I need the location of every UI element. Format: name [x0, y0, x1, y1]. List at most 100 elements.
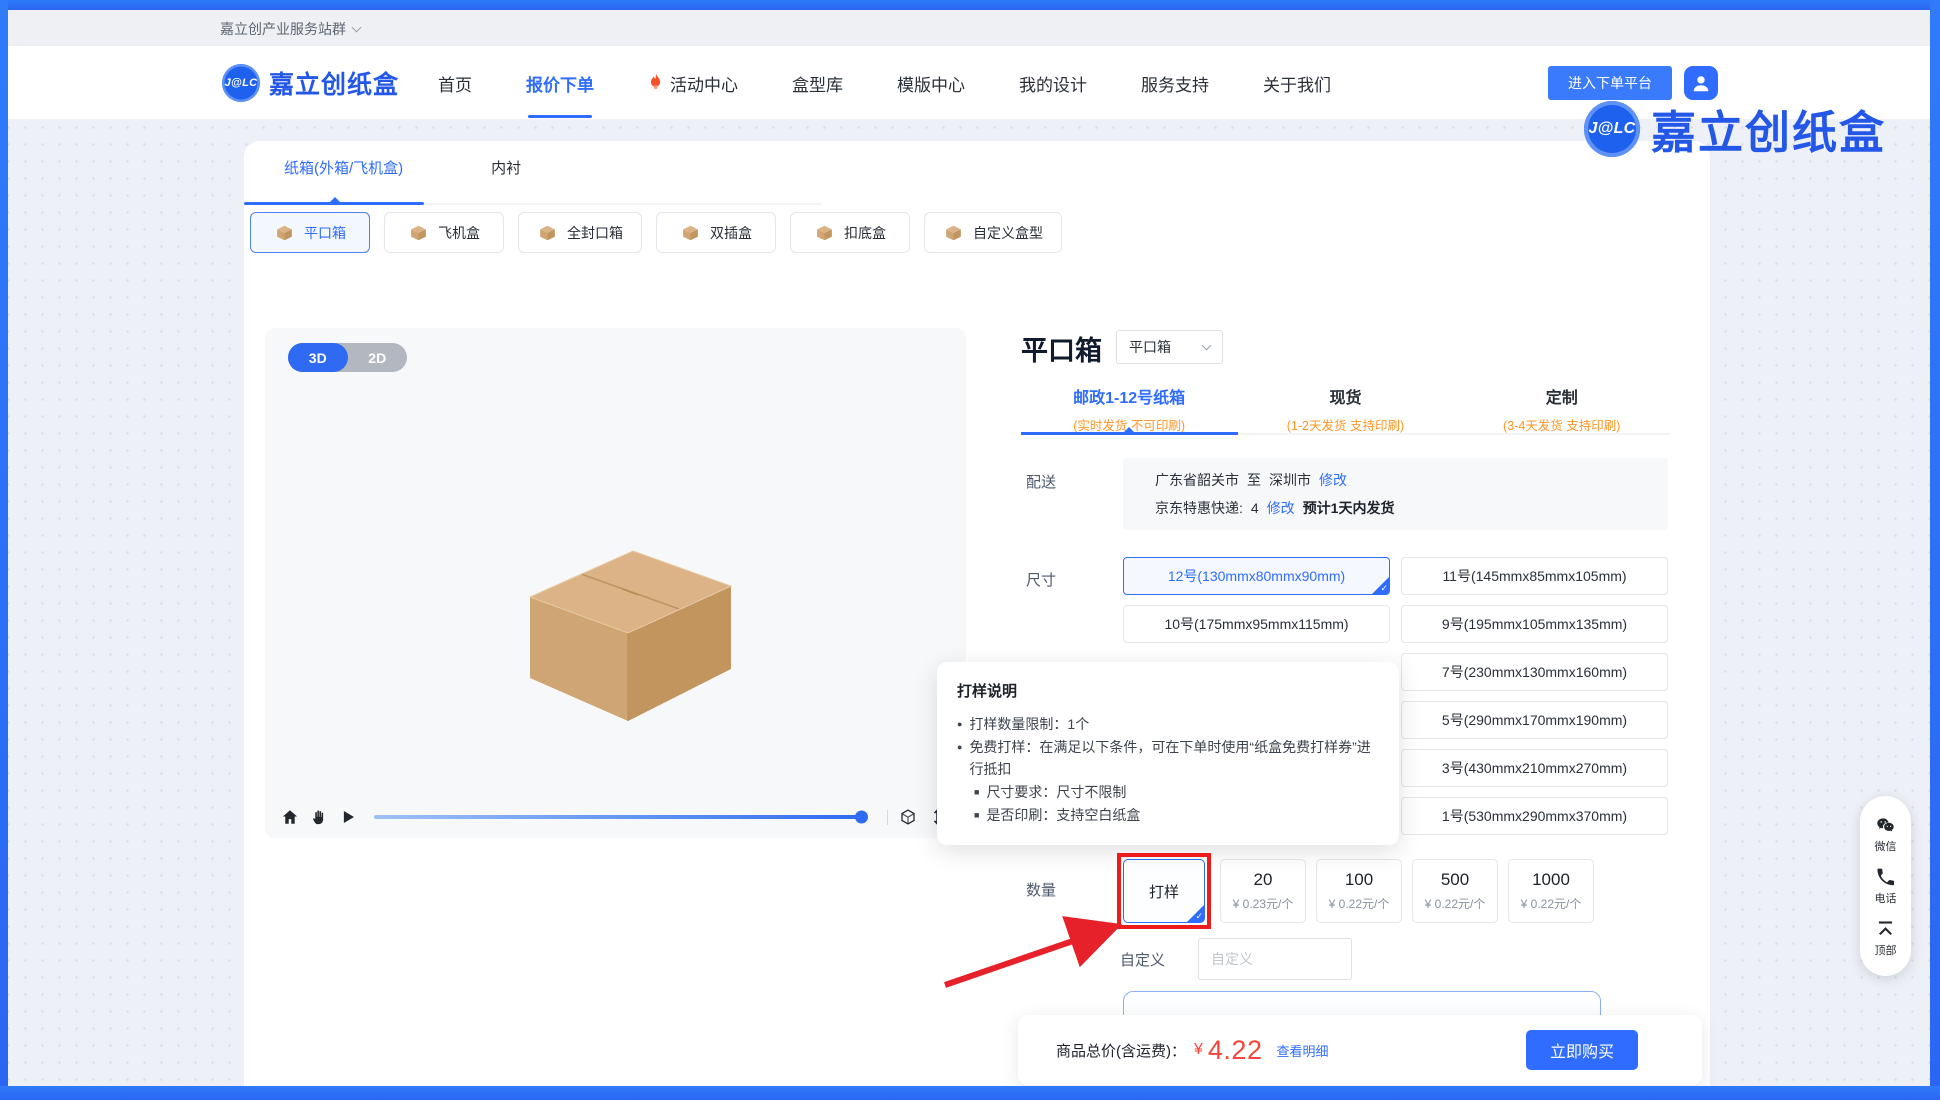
size-option[interactable]: 9号(195mmx105mmx135mm)	[1401, 605, 1668, 643]
phone-icon	[1875, 867, 1896, 888]
modify-courier-link[interactable]: 修改	[1267, 498, 1295, 518]
tooltip-bullet: ■	[974, 804, 979, 827]
slider-handle[interactable]	[855, 811, 868, 824]
chevron-down-icon	[352, 22, 362, 32]
size-option[interactable]: 12号(130mmx80mmx90mm)✓	[1123, 557, 1390, 595]
price-bar: 商品总价(含运费)： ¥ 4.22 查看明细 立即购买	[1018, 1015, 1702, 1085]
quantity-option-100[interactable]: 100¥ 0.22元/个	[1316, 859, 1402, 923]
tooltip-line: ■ 是否印刷：支持空白纸盒	[957, 804, 1379, 827]
product-tab[interactable]: 现货(1-2天发货 支持印刷)	[1237, 384, 1453, 434]
tooltip-text: 尺寸要求：尺寸不限制	[986, 781, 1126, 804]
tooltip-bullet: ■	[974, 781, 979, 804]
viewer-slider[interactable]	[374, 815, 866, 819]
box-type-扣底盒[interactable]: 扣底盒	[790, 212, 910, 253]
nav-item-盒型库[interactable]: 盒型库	[792, 46, 843, 120]
wechat-button[interactable]: 微信	[1875, 815, 1897, 854]
box-type-自定义盒型[interactable]: 自定义盒型	[924, 212, 1062, 253]
category-tab[interactable]: 纸箱(外箱/飞机盒)	[284, 157, 403, 178]
size-option[interactable]: 7号(230mmx130mmx160mm)	[1401, 653, 1668, 691]
box-type-icon	[408, 222, 429, 243]
nav-item-label: 活动中心	[670, 71, 738, 96]
nav-item-label: 盒型库	[792, 71, 843, 96]
toggle-2d[interactable]: 2D	[348, 343, 408, 372]
annotation-arrow	[935, 890, 1130, 998]
category-tab[interactable]: 内衬	[491, 157, 521, 178]
wechat-label: 微信	[1875, 838, 1897, 854]
delivery-box: 广东省韶关市 至 深圳市 修改 京东特惠快递: 4 修改 预计1天内发货	[1123, 458, 1668, 530]
size-option[interactable]: 3号(430mmx210mmx270mm)	[1401, 749, 1668, 787]
page-frame-top	[0, 0, 1940, 10]
box-type-双插盒[interactable]: 双插盒	[656, 212, 776, 253]
box-type-label: 全封口箱	[567, 223, 623, 243]
toggle-3d[interactable]: 3D	[288, 343, 348, 372]
box-type-label: 双插盒	[710, 223, 752, 243]
floating-contact-widget: 微信 电话 顶部	[1860, 796, 1911, 976]
category-tab-label: 内衬	[491, 160, 521, 177]
size-option-label: 12号(130mmx80mmx90mm)	[1168, 566, 1345, 586]
divider	[887, 810, 888, 825]
box-type-平口箱[interactable]: 平口箱	[250, 212, 370, 253]
route-from: 广东省韶关市	[1155, 470, 1239, 490]
quantity-unit-price: ¥ 0.22元/个	[1425, 895, 1486, 912]
box-type-icon	[943, 222, 964, 243]
quantity-value: 20	[1254, 870, 1273, 890]
quantity-unit-price: ¥ 0.22元/个	[1329, 895, 1390, 912]
nav-item-label: 我的设计	[1019, 71, 1087, 96]
quantity-unit-price: ¥ 0.22元/个	[1521, 895, 1582, 912]
nav-item-我的设计[interactable]: 我的设计	[1019, 46, 1087, 120]
variant-select[interactable]: 平口箱	[1116, 330, 1223, 364]
courier-label: 京东特惠快递:	[1155, 498, 1243, 518]
brand-logo[interactable]: J@LC 嘉立创纸盒	[222, 64, 399, 102]
nav-item-模版中心[interactable]: 模版中心	[897, 46, 965, 120]
tooltip-text: 是否印刷：支持空白纸盒	[986, 804, 1140, 827]
enter-order-platform-button[interactable]: 进入下单平台	[1548, 66, 1672, 100]
box-type-icon	[274, 222, 295, 243]
delivery-eta: 预计1天内发货	[1303, 498, 1395, 518]
tooltip-body: ●打样数量限制：1个●免费打样：在满足以下条件，可在下单时使用“纸盒免费打样券”…	[957, 713, 1379, 826]
quantity-option-20[interactable]: 20 ¥ 0.23元/个	[1220, 859, 1306, 923]
nav-item-活动中心[interactable]: 活动中心	[648, 46, 738, 120]
buy-now-button[interactable]: 立即购买	[1526, 1030, 1638, 1070]
page-frame-right	[1930, 0, 1940, 1100]
category-tab-underline	[244, 202, 424, 205]
phone-label: 电话	[1875, 890, 1897, 906]
product-title: 平口箱	[1021, 329, 1102, 368]
quantity-unit-price: ¥ 0.23元/个	[1233, 895, 1294, 912]
size-option[interactable]: 1号(530mmx290mmx370mm)	[1401, 797, 1668, 835]
nav-item-关于我们[interactable]: 关于我们	[1263, 46, 1331, 120]
size-option[interactable]: 10号(175mmx95mmx115mm)	[1123, 605, 1390, 643]
box-type-全封口箱[interactable]: 全封口箱	[518, 212, 642, 253]
quantity-option-500[interactable]: 500¥ 0.22元/个	[1412, 859, 1498, 923]
view-detail-link[interactable]: 查看明细	[1276, 1041, 1328, 1060]
watermark-brand-name: 嘉立创纸盒	[1651, 96, 1886, 161]
size-label: 尺寸	[1026, 569, 1056, 590]
nav-item-服务支持[interactable]: 服务支持	[1141, 46, 1209, 120]
phone-button[interactable]: 电话	[1875, 867, 1897, 906]
tooltip-text: 打样数量限制：1个	[969, 713, 1089, 736]
size-option-label: 5号(290mmx170mmx190mm)	[1442, 710, 1627, 730]
view-mode-toggle[interactable]: 3D 2D	[288, 343, 407, 372]
nav-item-首页[interactable]: 首页	[438, 46, 472, 120]
product-tab-subtitle: (3-4天发货 支持印刷)	[1454, 415, 1670, 434]
variant-select-value: 平口箱	[1129, 337, 1171, 357]
site-group-switcher[interactable]: 嘉立创产业服务站群	[220, 19, 360, 39]
page: 嘉立创产业服务站群 J@LC 嘉立创纸盒 首页报价下单 活动中心 盒型库 模版中心 我的…	[0, 0, 1940, 1100]
quantity-option-1000[interactable]: 1000¥ 0.22元/个	[1508, 859, 1594, 923]
modify-route-link[interactable]: 修改	[1319, 470, 1347, 490]
custom-quantity-input[interactable]	[1198, 938, 1352, 980]
box-type-label: 平口箱	[304, 223, 346, 243]
3d-box-render[interactable]	[515, 533, 745, 728]
nav-item-报价下单[interactable]: 报价下单	[526, 46, 594, 120]
size-option[interactable]: 11号(145mmx85mmx105mm)	[1401, 557, 1668, 595]
back-to-top-button[interactable]: 顶部	[1875, 919, 1897, 958]
box-type-飞机盒[interactable]: 飞机盒	[384, 212, 504, 253]
size-option[interactable]: 5号(290mmx170mmx190mm)	[1401, 701, 1668, 739]
home-icon[interactable]	[281, 808, 299, 826]
user-avatar[interactable]	[1684, 66, 1718, 100]
cube-icon[interactable]	[899, 808, 917, 826]
tooltip-bullet: ●	[957, 713, 962, 736]
size-option-label: 9号(195mmx105mmx135mm)	[1442, 614, 1627, 634]
play-icon[interactable]	[339, 808, 357, 826]
hand-pan-icon[interactable]	[310, 808, 328, 826]
product-tab[interactable]: 定制(3-4天发货 支持印刷)	[1454, 384, 1670, 434]
